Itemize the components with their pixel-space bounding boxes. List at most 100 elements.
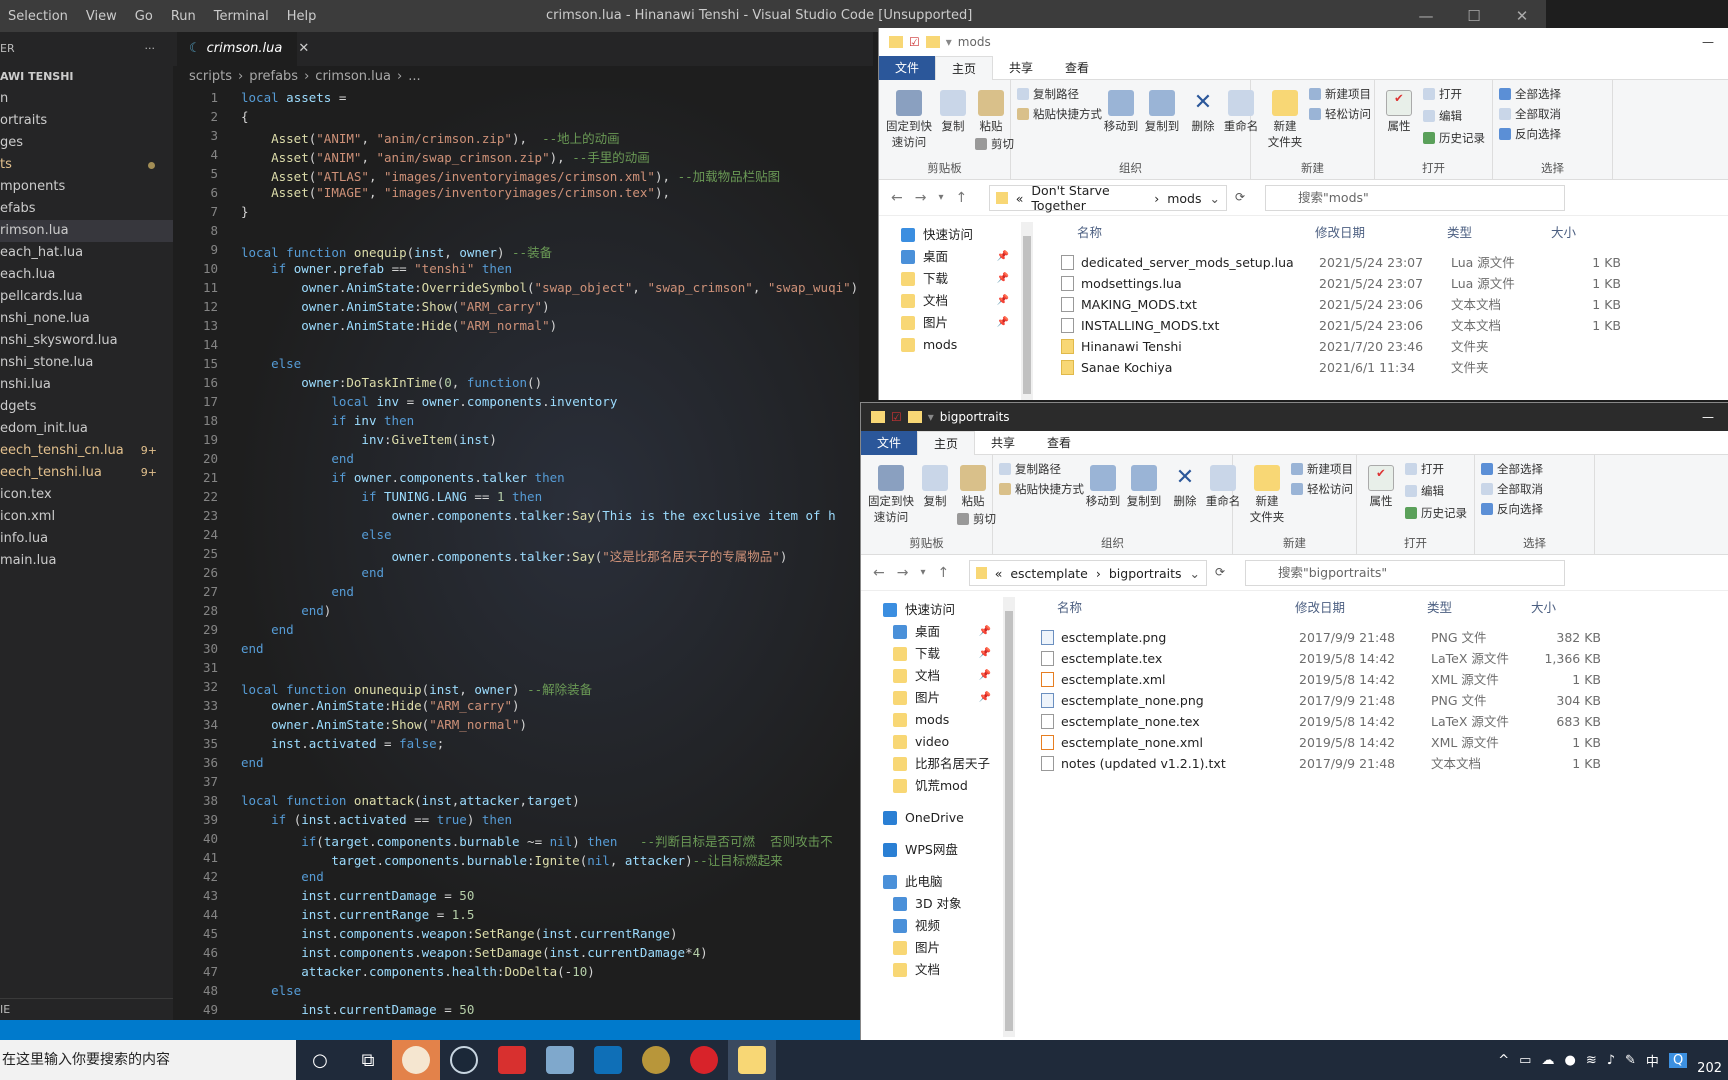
nav-item[interactable]: 下载 📌 <box>861 643 1001 665</box>
column-header[interactable]: 大小 <box>1531 595 1556 621</box>
column-header[interactable]: 名称 <box>1077 220 1102 246</box>
code-line[interactable]: owner.AnimState:Show("ARM_normal") <box>241 717 527 732</box>
file-row[interactable]: modsettings.lua 2021/5/24 23:07 Lua 源文件 1 K… <box>1057 273 1677 294</box>
file-tree-item[interactable]: main.lua <box>0 550 173 572</box>
paste-shortcut-button[interactable]: 粘贴快捷方式 <box>999 481 1084 497</box>
pen-icon[interactable]: ✎ <box>1625 1053 1636 1068</box>
column-header[interactable]: 名称 <box>1057 595 1082 621</box>
paste-button[interactable]: 粘贴 <box>971 90 1011 134</box>
address-bar[interactable]: « esctemplate › bigportraits ⌄ <box>969 560 1207 586</box>
file-tree-item[interactable]: rimson.lua <box>0 220 173 242</box>
code-line[interactable]: local function onunequip(inst, owner) --… <box>241 679 592 698</box>
column-header[interactable]: 大小 <box>1551 220 1576 246</box>
menu-item-go[interactable]: Go <box>135 9 153 24</box>
move-to-button[interactable]: 移动到 <box>1101 90 1141 134</box>
game-app-icon[interactable] <box>632 1040 680 1080</box>
pin-button[interactable]: 固定到快 速访问 <box>865 465 917 525</box>
code-line[interactable]: owner.components.talker:Say(This is the … <box>241 508 836 523</box>
invert-selection-button[interactable]: 反向选择 <box>1481 501 1543 517</box>
navigation-scrollbar[interactable] <box>1003 597 1015 1037</box>
file-row[interactable]: esctemplate.xml 2019/5/8 14:42 XML 源文件 1 KB <box>1037 669 1657 690</box>
code-line[interactable]: end <box>241 755 264 770</box>
delete-button[interactable]: ✕ 删除 <box>1187 90 1219 134</box>
menu-item-selection[interactable]: Selection <box>8 9 68 24</box>
column-header[interactable]: 类型 <box>1427 595 1452 621</box>
breadcrumb-item[interactable]: crimson.lua <box>315 66 391 88</box>
code-line[interactable]: Asset("ATLAS", "images/inventoryimages/c… <box>241 166 780 185</box>
tray-app-icon[interactable]: ▭ <box>1519 1053 1531 1068</box>
code-line[interactable]: end <box>241 565 384 580</box>
code-line[interactable]: local function onattack(inst,attacker,ta… <box>241 793 580 808</box>
ime-language[interactable]: 中 <box>1646 1051 1659 1070</box>
code-line[interactable]: if owner.components.talker then <box>241 470 564 485</box>
scrollbar-thumb[interactable] <box>1005 611 1013 1031</box>
nav-item[interactable]: 3D 对象 <box>861 893 1001 915</box>
nav-item[interactable]: mods <box>879 334 1019 356</box>
photo-app-icon[interactable] <box>536 1040 584 1080</box>
minimize-icon[interactable]: — <box>1702 410 1714 424</box>
copy-to-button[interactable]: 复制到 <box>1141 90 1183 134</box>
file-row[interactable]: notes (updated v1.2.1).txt 2017/9/9 21:48… <box>1037 753 1657 774</box>
select-none-button[interactable]: 全部取消 <box>1499 106 1561 122</box>
code-line[interactable]: { <box>241 109 249 124</box>
file-tree-item[interactable]: nshi_stone.lua <box>0 352 173 374</box>
file-tree-item[interactable]: efabs <box>0 198 173 220</box>
ribbon-tab[interactable]: 查看 <box>1031 431 1087 455</box>
column-header[interactable]: 修改日期 <box>1315 220 1365 246</box>
nav-item[interactable]: 饥荒mod <box>861 775 1001 797</box>
file-tree-item[interactable]: n <box>0 88 173 110</box>
file-row[interactable]: MAKING_MODS.txt 2021/5/24 23:06 文本文档 1 KB <box>1057 294 1677 315</box>
new-item-button[interactable]: 新建项目 <box>1291 461 1353 477</box>
code-line[interactable]: else <box>241 527 391 542</box>
tray-chevron-icon[interactable]: ^ <box>1498 1053 1509 1068</box>
address-bar[interactable]: « Don't Starve Together › mods ⌄ <box>989 183 1227 213</box>
code-line[interactable]: end <box>241 869 324 884</box>
file-row[interactable]: esctemplate_none.tex 2019/5/8 14:42 LaTeX … <box>1037 711 1657 732</box>
pin-button[interactable]: 固定到快 速访问 <box>883 90 935 150</box>
chevron-down-icon[interactable]: ⌄ <box>1210 191 1220 206</box>
path-segment[interactable]: bigportraits <box>1109 566 1182 581</box>
file-tree-item[interactable]: ortraits <box>0 110 173 132</box>
file-row[interactable]: Hinanawi Tenshi 2021/7/20 23:46 文件夹 <box>1057 336 1677 357</box>
new-folder-button[interactable]: 新建 文件夹 <box>1263 90 1307 150</box>
code-line[interactable]: inst.components.weapon:SetDamage(inst.cu… <box>241 945 707 960</box>
ribbon-tab[interactable]: 文件 <box>861 430 918 455</box>
file-tree-item[interactable]: edom_init.lua <box>0 418 173 440</box>
mic-icon[interactable]: ● <box>1564 1053 1575 1068</box>
delete-button[interactable]: ✕ 删除 <box>1169 465 1201 509</box>
ribbon-tab[interactable]: 共享 <box>993 56 1049 80</box>
invert-selection-button[interactable]: 反向选择 <box>1499 126 1561 142</box>
code-line[interactable]: else <box>241 356 301 371</box>
nav-item[interactable]: OneDrive <box>861 807 1001 829</box>
vscode-icon[interactable] <box>584 1040 632 1080</box>
tab-crimson-lua[interactable]: ☾ crimson.lua ✕ <box>177 32 309 66</box>
file-tree-item[interactable]: each_hat.lua <box>0 242 173 264</box>
forward-icon[interactable]: → <box>897 565 909 581</box>
menu-item-view[interactable]: View <box>86 9 117 24</box>
code-line[interactable]: end) <box>241 603 331 618</box>
path-segment[interactable]: Don't Starve Together <box>1031 183 1146 213</box>
code-line[interactable]: end <box>241 584 354 599</box>
path-overflow-icon[interactable]: « <box>1016 191 1024 206</box>
app-avatar-icon[interactable] <box>392 1040 440 1080</box>
properties-button[interactable]: ✔ 属性 <box>1379 90 1419 134</box>
nav-item[interactable]: 视频 <box>861 915 1001 937</box>
volume-icon[interactable]: ♪ <box>1607 1053 1615 1068</box>
code-line[interactable]: end <box>241 622 294 637</box>
file-tree-item[interactable]: icon.xml <box>0 506 173 528</box>
code-line[interactable]: owner.AnimState:Show("ARM_carry") <box>241 299 549 314</box>
cut-button[interactable]: 剪切 <box>975 136 1014 152</box>
nav-item[interactable]: 图片 📌 <box>879 312 1019 334</box>
file-row[interactable]: dedicated_server_mods_setup.lua 2021/5/24… <box>1057 252 1677 273</box>
new-item-button[interactable]: 新建项目 <box>1309 86 1371 102</box>
easy-access-button[interactable]: 轻松访问 <box>1309 106 1371 122</box>
select-all-button[interactable]: 全部选择 <box>1481 461 1543 477</box>
copy-button[interactable]: 复制 <box>917 465 953 509</box>
breadcrumb-item[interactable]: scripts <box>189 66 232 88</box>
code-line[interactable]: } <box>241 204 249 219</box>
recent-locations-icon[interactable]: ▾ <box>920 567 925 578</box>
more-actions-icon[interactable]: ··· <box>145 32 156 66</box>
code-line[interactable]: local function onequip(inst, owner) --装备 <box>241 242 552 261</box>
code-line[interactable]: Asset("IMAGE", "images/inventoryimages/c… <box>241 185 670 200</box>
back-icon[interactable]: ← <box>891 190 903 206</box>
